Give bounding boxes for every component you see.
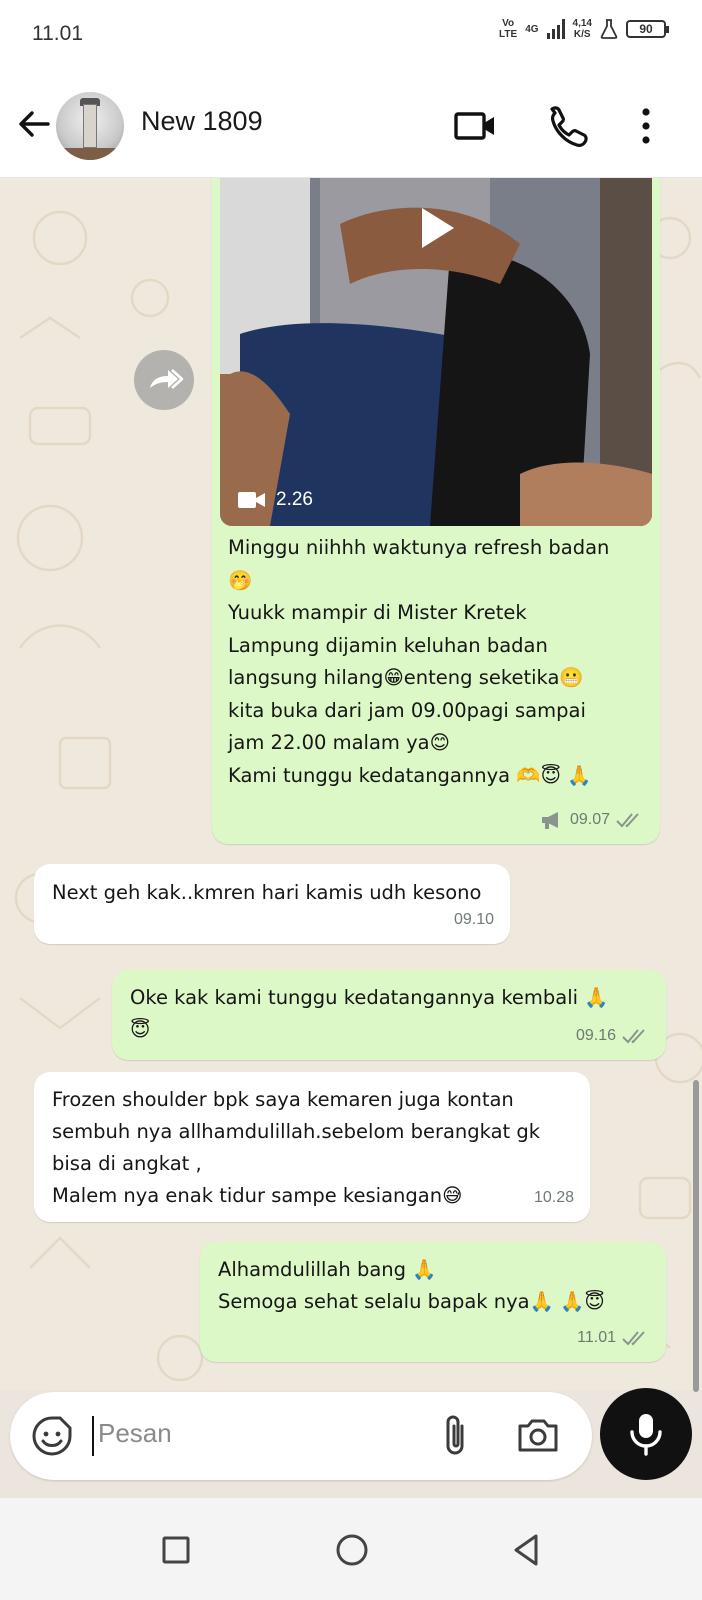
contact-name[interactable]: New 1809 xyxy=(141,106,263,137)
message-meta: 10.28 xyxy=(533,1189,574,1206)
scrollbar[interactable] xyxy=(693,1080,699,1392)
volte-indicator: Vo LTE xyxy=(499,18,518,40)
message-outgoing[interactable]: Alhamdulillah bang 🙏 Semoga sehat selalu… xyxy=(200,1242,666,1362)
read-ticks-icon xyxy=(622,1029,645,1044)
recents-icon[interactable] xyxy=(156,1530,196,1570)
video-duration: 2.26 xyxy=(238,483,313,516)
message-text: Minggu niihhh waktunya refresh badan 🤭 Y… xyxy=(228,536,610,787)
forward-button[interactable] xyxy=(134,350,194,410)
message-composer[interactable]: Pesan xyxy=(10,1392,592,1480)
flask-icon xyxy=(600,19,618,39)
network-speed: 4,14 K/S xyxy=(572,18,592,40)
network-gen-indicator: 4G xyxy=(525,23,539,35)
back-nav-icon[interactable] xyxy=(506,1530,546,1570)
system-nav-bar xyxy=(0,1498,702,1600)
camera-icon[interactable] xyxy=(514,1412,562,1460)
megaphone-icon xyxy=(541,811,558,829)
chat-header: New 1809 xyxy=(0,72,702,178)
attach-icon[interactable] xyxy=(434,1412,476,1460)
message-incoming[interactable]: Frozen shoulder bpk saya kemaren juga ko… xyxy=(34,1072,590,1222)
voice-call-icon[interactable] xyxy=(542,102,590,150)
video-call-icon[interactable] xyxy=(452,102,500,150)
sticker-icon[interactable] xyxy=(30,1414,74,1458)
message-text: Oke kak kami tunggu kedatangannya kembal… xyxy=(130,986,609,1041)
mic-button[interactable] xyxy=(600,1388,692,1480)
status-time: 11.01 xyxy=(32,22,83,45)
video-camera-icon xyxy=(238,491,265,508)
avatar[interactable] xyxy=(56,92,124,160)
home-icon[interactable] xyxy=(332,1530,372,1570)
message-input[interactable]: Pesan xyxy=(98,1418,172,1449)
video-thumbnail[interactable]: 2.26 xyxy=(220,178,652,526)
message-meta: 09.10 xyxy=(453,911,494,928)
status-icons: Vo LTE 4G 4,14 K/S 90 xyxy=(499,18,669,40)
signal-icon xyxy=(546,19,565,39)
message-text: Alhamdulillah bang 🙏 Semoga sehat selalu… xyxy=(218,1258,605,1313)
chat-area[interactable]: 2.26 Minggu niihhh waktunya refresh bada… xyxy=(0,178,702,1390)
read-ticks-icon xyxy=(616,812,639,827)
message-text: Next geh kak..kmren hari kamis udh keson… xyxy=(52,881,482,904)
message-outgoing[interactable]: Oke kak kami tunggu kedatangannya kembal… xyxy=(112,970,666,1060)
message-meta: 09.07 xyxy=(540,803,644,836)
more-vertical-icon[interactable] xyxy=(622,102,670,150)
back-arrow-icon[interactable] xyxy=(14,104,54,144)
forward-icon xyxy=(150,369,184,389)
text-caret xyxy=(92,1416,94,1456)
message-meta: 11.01 xyxy=(577,1322,650,1354)
battery-icon: 90 xyxy=(626,20,669,38)
message-text: Frozen shoulder bpk saya kemaren juga ko… xyxy=(52,1088,541,1207)
play-icon[interactable] xyxy=(416,204,458,252)
message-meta: 09.16 xyxy=(576,1020,650,1052)
message-outgoing[interactable]: 2.26 Minggu niihhh waktunya refresh bada… xyxy=(212,178,660,844)
read-ticks-icon xyxy=(622,1331,645,1346)
mic-icon xyxy=(630,1414,662,1456)
message-incoming[interactable]: Next geh kak..kmren hari kamis udh keson… xyxy=(34,864,510,944)
status-bar: 11.01 Vo LTE 4G 4,14 K/S 90 xyxy=(0,0,702,72)
